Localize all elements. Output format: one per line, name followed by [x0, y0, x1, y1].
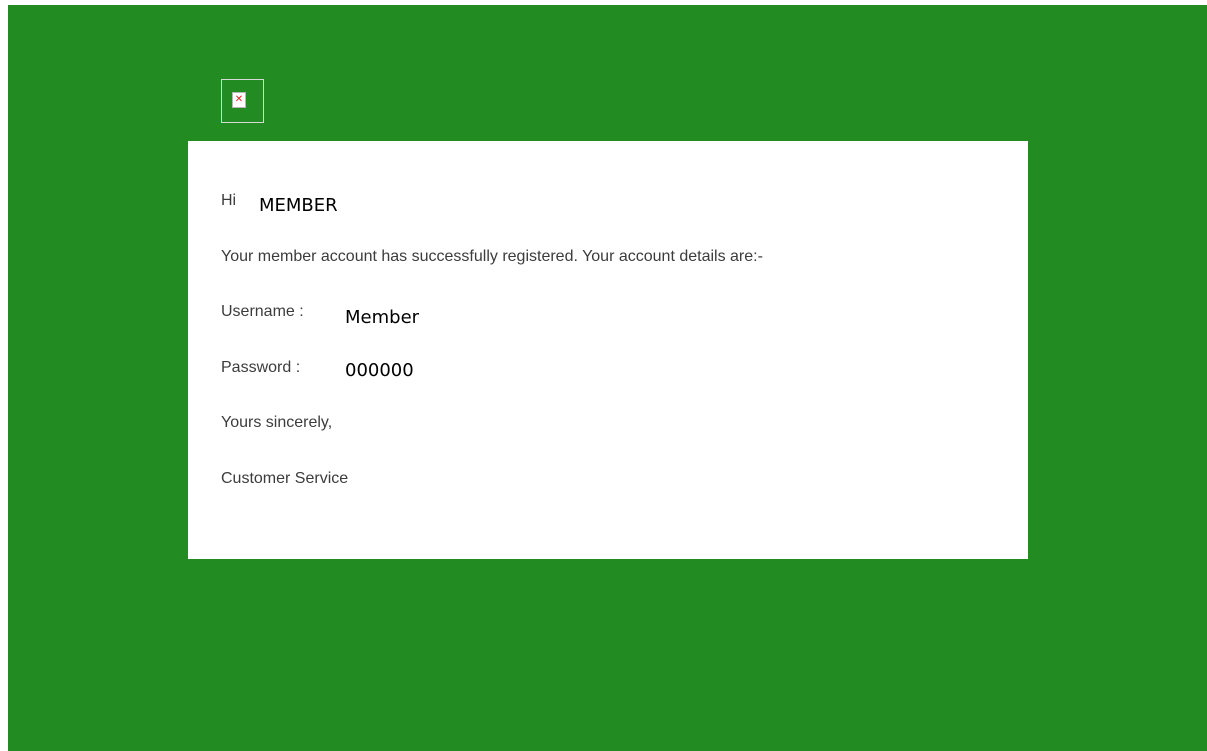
intro-text: Your member account has successfully reg…: [221, 248, 763, 265]
logo-image-placeholder: ✕: [221, 79, 264, 123]
username-value: Member: [345, 307, 420, 328]
greeting-label: Hi: [221, 192, 237, 209]
closing-text: Yours sincerely,: [221, 414, 333, 431]
password-label: Password :: [221, 359, 301, 376]
signature-text: Customer Service: [221, 470, 349, 487]
greeting-name: MEMBER: [259, 195, 338, 216]
username-label: Username :: [221, 303, 304, 320]
broken-image-x-icon: ✕: [234, 94, 244, 105]
broken-image-icon: ✕: [232, 92, 246, 108]
email-card: Hi MEMBER Your member account has succes…: [188, 141, 1028, 559]
password-value: 000000: [345, 360, 414, 381]
